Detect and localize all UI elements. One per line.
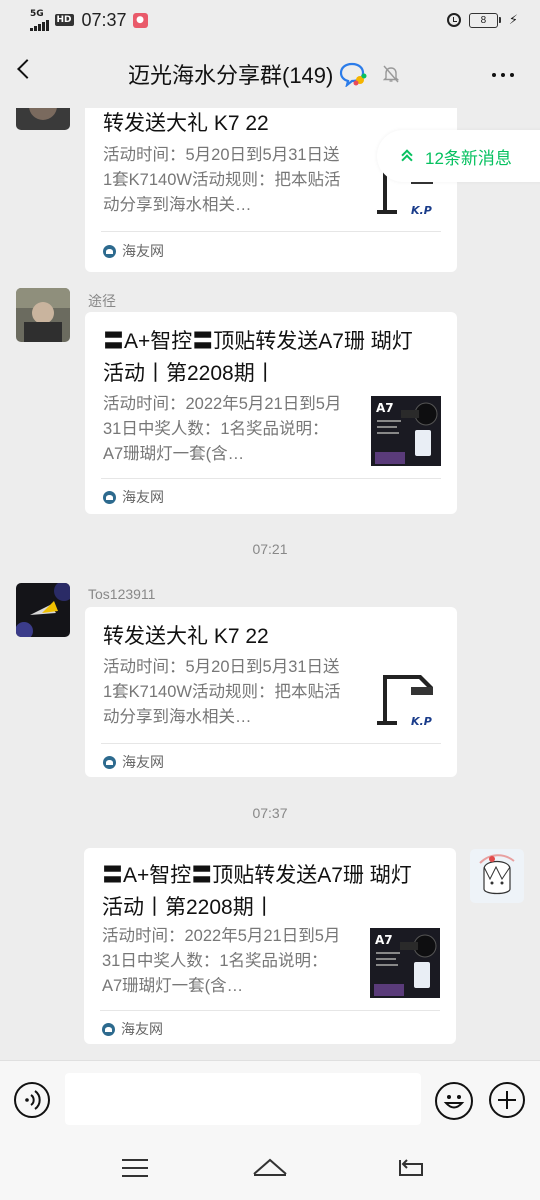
- card-divider: [101, 478, 441, 479]
- k7-logo: K.P: [411, 715, 432, 728]
- chat-title: 迈光海水分享群(149): [128, 63, 334, 88]
- card-source-label: 海友网: [122, 243, 164, 259]
- avatar[interactable]: [16, 288, 70, 342]
- message-list[interactable]: 转发送大礼 K7 22 活动时间：5月20日到5月31日送1套K7140W活动规…: [0, 108, 540, 1060]
- group-chat-logo-icon: [340, 62, 367, 87]
- card-title: 转发送大礼 K7 22: [103, 625, 269, 648]
- link-card[interactable]: 转发送大礼 K7 22 活动时间：5月20日到5月31日送1套K7140W活动规…: [85, 607, 457, 777]
- sender-name: 途径: [88, 293, 116, 309]
- card-title: 转发送大礼 K7 22: [103, 112, 269, 135]
- alarm-icon: [446, 13, 461, 27]
- haiyou-source-icon: [103, 755, 116, 769]
- recent-apps-icon[interactable]: [122, 1159, 148, 1183]
- card-thumbnail: A7: [370, 928, 440, 998]
- voice-icon: [25, 1090, 41, 1110]
- hd-badge: HD: [54, 14, 74, 26]
- card-source-label: 海友网: [121, 1021, 163, 1037]
- card-thumbnail: A7: [371, 396, 441, 466]
- card-source-label: 海友网: [122, 489, 164, 505]
- notification-app-icon: ●: [132, 12, 148, 28]
- system-back-icon[interactable]: [396, 1156, 426, 1178]
- message-input[interactable]: [65, 1073, 421, 1125]
- emoji-button[interactable]: [435, 1082, 473, 1120]
- card-source: 海友网: [102, 1019, 163, 1039]
- a7-label: A7: [375, 933, 393, 947]
- card-thumbnail: K.P: [371, 663, 441, 733]
- haiyou-source-icon: [102, 1022, 115, 1036]
- a7-label: A7: [376, 401, 394, 415]
- timestamp: 07:21: [252, 541, 288, 557]
- k7-logo: K.P: [411, 204, 432, 217]
- smiley-icon: [443, 1095, 465, 1109]
- plus-icon: [498, 1091, 516, 1109]
- battery-icon: 8: [468, 12, 501, 28]
- status-time: 07:37: [81, 9, 127, 30]
- link-card[interactable]: 〓A+智控〓顶贴转发送A7珊 瑚灯活动丨第2208期丨 活动时间：2022年5月…: [84, 848, 456, 1044]
- sender-name: Tos123911: [88, 586, 156, 602]
- haiyou-source-icon: [103, 490, 116, 504]
- network-type: 5G: [30, 8, 44, 19]
- card-title: 〓A+智控〓顶贴转发送A7珊 瑚灯活动丨第2208期丨: [102, 864, 412, 919]
- avatar[interactable]: [16, 583, 70, 637]
- card-description: 活动时间：2022年5月21日到5月31日中奖人数：1名奖品说明：A7珊瑚灯一套…: [102, 927, 341, 995]
- card-description: 活动时间：5月20日到5月31日送1套K7140W活动规则：把本贴活动分享到海水…: [103, 658, 341, 726]
- card-title: 〓A+智控〓顶贴转发送A7珊 瑚灯活动丨第2208期丨: [103, 330, 413, 385]
- mute-bell-icon: [383, 65, 400, 83]
- double-chevron-up-icon: [401, 149, 413, 163]
- card-source: 海友网: [103, 487, 164, 507]
- card-description: 活动时间：5月20日到5月31日送1套K7140W活动规则：把本贴活动分享到海水…: [103, 146, 341, 214]
- charging-icon: ⚡: [508, 12, 518, 28]
- card-source: 海友网: [103, 752, 164, 772]
- my-avatar[interactable]: [470, 849, 524, 903]
- card-divider: [101, 743, 441, 744]
- haiyou-source-icon: [103, 244, 116, 258]
- chat-header: 迈光海水分享群(149): [0, 40, 540, 108]
- status-right: 8 ⚡: [446, 12, 518, 28]
- signal-indicator: 5G: [30, 8, 49, 31]
- card-divider: [101, 231, 441, 232]
- battery-level: 8: [468, 12, 498, 28]
- more-options-icon[interactable]: [492, 73, 514, 77]
- more-functions-button[interactable]: [489, 1082, 525, 1118]
- new-messages-button[interactable]: 12条新消息: [377, 130, 540, 182]
- card-divider: [100, 1010, 440, 1011]
- status-left: 5G HD 07:37 ●: [30, 8, 148, 31]
- input-bar: [0, 1060, 540, 1140]
- card-source-label: 海友网: [122, 754, 164, 770]
- signal-icon: [30, 19, 49, 31]
- home-icon[interactable]: [252, 1156, 288, 1178]
- link-card[interactable]: 〓A+智控〓顶贴转发送A7珊 瑚灯活动丨第2208期丨 活动时间：2022年5月…: [85, 312, 457, 514]
- avatar[interactable]: [16, 108, 70, 130]
- timestamp: 07:37: [252, 805, 288, 821]
- system-navigation-bar: [0, 1140, 540, 1200]
- card-source: 海友网: [103, 241, 164, 261]
- card-description: 活动时间：2022年5月21日到5月31日中奖人数：1名奖品说明：A7珊瑚灯一套…: [103, 395, 342, 463]
- new-messages-label: 12条新消息: [425, 148, 512, 168]
- voice-input-button[interactable]: [14, 1082, 50, 1118]
- status-bar: 5G HD 07:37 ● 8 ⚡: [0, 0, 540, 40]
- chat-title-group[interactable]: 迈光海水分享群(149): [128, 58, 400, 90]
- back-icon[interactable]: [17, 59, 37, 79]
